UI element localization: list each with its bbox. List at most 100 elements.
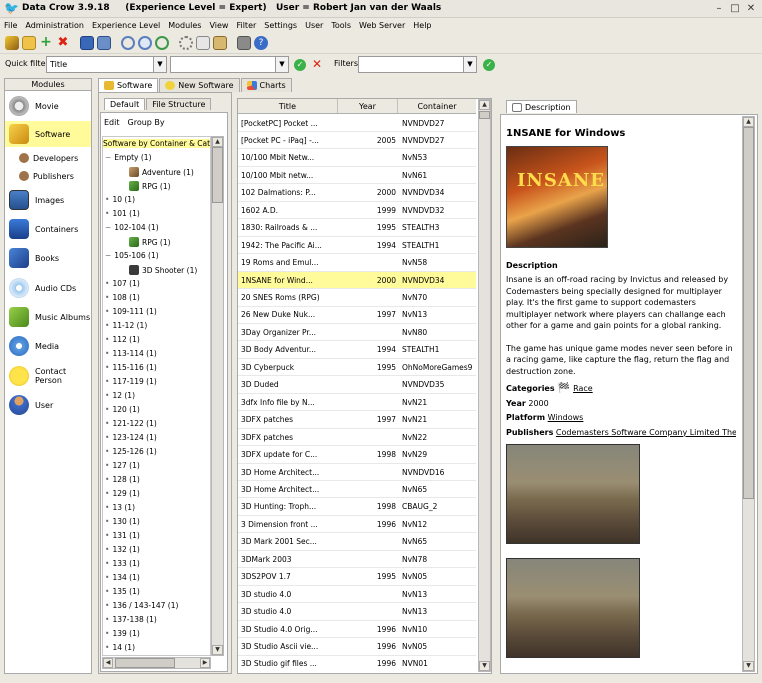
table-row[interactable]: 1830: Railroads & ... 1995 STEALTH3 [238, 220, 476, 237]
tree-group-node[interactable]: • 101 (1) [105, 209, 140, 218]
tree-leaf-node[interactable]: Adventure (1) [129, 167, 194, 177]
tree-group-node[interactable]: • 130 (1) [105, 517, 140, 526]
table-row[interactable]: 3D Cyberpuck 1995 OhNoMoreGames9 [238, 359, 476, 377]
expand-toggle-icon[interactable]: • [105, 461, 109, 470]
menu-modules[interactable]: Modules [164, 21, 205, 30]
expand-toggle-icon[interactable]: • [105, 517, 109, 526]
table-row[interactable]: 3D studio 4.0 NvN13 [238, 586, 476, 604]
module-books[interactable]: Books [5, 247, 91, 269]
expand-toggle-icon[interactable]: • [105, 377, 109, 386]
tree-group-node[interactable]: • 115-116 (1) [105, 363, 157, 372]
platform-link[interactable]: Windows [548, 413, 584, 422]
tree-group-node[interactable]: • 127 (1) [105, 461, 140, 470]
table-row[interactable]: 3D Body Adventur... 1994 STEALTH1 [238, 342, 476, 359]
column-title[interactable]: Title [238, 99, 338, 113]
table-row[interactable]: 3D Studio gif files ... 1996 NVN01 [238, 656, 476, 672]
scroll-left-icon[interactable]: ◀ [103, 658, 113, 668]
menu-user[interactable]: User [301, 21, 327, 30]
module-images[interactable]: Images [5, 189, 91, 211]
module-developers[interactable]: Developers [19, 153, 78, 163]
maximize-icon[interactable]: □ [728, 2, 742, 15]
tab-description[interactable]: Description [506, 100, 577, 113]
tree-group-node[interactable]: • 11-12 (1) [105, 321, 147, 330]
tree-group-node[interactable]: • 128 (1) [105, 475, 140, 484]
table-row[interactable]: 26 New Duke Nuk... 1997 NvN13 [238, 307, 476, 324]
tree-group-node[interactable]: • 109-111 (1) [105, 307, 157, 316]
tree-group-node[interactable]: • 133 (1) [105, 559, 140, 568]
expand-toggle-icon[interactable]: • [105, 545, 109, 554]
tree-group-node[interactable]: • 125-126 (1) [105, 447, 157, 456]
tab-new-software[interactable]: New Software [159, 78, 240, 92]
expand-toggle-icon[interactable]: • [105, 391, 109, 400]
expand-toggle-icon[interactable]: • [105, 405, 109, 414]
close-icon[interactable]: ✕ [744, 2, 758, 15]
delete-icon[interactable]: ✖ [56, 36, 70, 50]
help-icon[interactable]: ? [254, 35, 268, 50]
table-row[interactable]: 3Day Organizer Pr... NvN80 [238, 324, 476, 342]
scroll-right-icon[interactable]: ▶ [200, 658, 210, 668]
tree-menu-group-by[interactable]: Group By [128, 118, 165, 127]
table-row[interactable]: 3DFX update for C... 1998 NvN29 [238, 447, 476, 464]
menu-help[interactable]: Help [409, 21, 435, 30]
table-row[interactable]: 1NSANE for Wind... 2000 NVNDVD34 [238, 272, 476, 290]
list-vertical-scrollbar[interactable]: ▲ ▼ [478, 99, 491, 672]
expand-toggle-icon[interactable]: • [105, 293, 109, 302]
tab-file-structure[interactable]: File Structure [146, 98, 212, 110]
apply-filter-icon[interactable]: ✓ [294, 59, 306, 71]
scroll-thumb[interactable] [212, 147, 223, 203]
table-row[interactable]: 3D Duded NVNDVD35 [238, 377, 476, 394]
expand-toggle-icon[interactable]: • [105, 335, 109, 344]
report-icon[interactable] [196, 35, 210, 50]
tree-group-node[interactable]: • 12 (1) [105, 391, 135, 400]
tree-group-node[interactable]: • 112 (1) [105, 335, 140, 344]
expand-toggle-icon[interactable]: • [105, 321, 109, 330]
expand-toggle-icon[interactable]: • [105, 349, 109, 358]
chevron-down-icon[interactable]: ▼ [153, 56, 167, 73]
tree-group-node[interactable]: • 107 (1) [105, 279, 140, 288]
tree-group-node[interactable]: • 113-114 (1) [105, 349, 157, 358]
tree-group-node[interactable]: • 137-138 (1) [105, 615, 157, 624]
tree-group-node[interactable]: • 117-119 (1) [105, 377, 157, 386]
expand-toggle-icon[interactable]: • [105, 433, 109, 442]
import-icon[interactable] [213, 35, 227, 50]
table-row[interactable]: 102 Dalmations: P... 2000 NVNDVD34 [238, 185, 476, 202]
scroll-thumb[interactable] [479, 111, 490, 119]
tree-group-node[interactable]: • 132 (1) [105, 545, 140, 554]
search-web-icon[interactable] [155, 35, 169, 50]
chevron-down-icon[interactable]: ▼ [275, 56, 289, 73]
add-icon[interactable]: + [39, 35, 53, 50]
tab-software[interactable]: Software [98, 78, 159, 92]
tree-group-node[interactable]: • 10 (1) [105, 195, 135, 204]
table-row[interactable]: 19 Roms and Emul... NvN58 [238, 255, 476, 272]
table-row[interactable]: 3D Home Architect... NVNDVD16 [238, 464, 476, 481]
table-row[interactable]: 3D Studio 4.0 Orig... 1996 NvN10 [238, 621, 476, 639]
clear-filter-icon[interactable]: ✕ [312, 58, 322, 70]
expand-toggle-icon[interactable]: • [105, 209, 109, 218]
table-row[interactable]: 3D Home Architect... NvN65 [238, 481, 476, 499]
column-year[interactable]: Year [338, 99, 398, 113]
menu-filter[interactable]: Filter [232, 21, 260, 30]
expand-toggle-icon[interactable]: − [105, 223, 111, 232]
module-containers[interactable]: Containers [5, 218, 91, 240]
table-row[interactable]: 10/100 Mbit Netw... NvN53 [238, 150, 476, 167]
table-row[interactable]: 3DS2POV 1.7 1995 NvN05 [238, 569, 476, 586]
tree-group-node[interactable]: • 14 (1) [105, 643, 135, 652]
expand-toggle-icon[interactable]: • [105, 195, 109, 204]
module-movie[interactable]: Movie [5, 95, 91, 117]
expand-toggle-icon[interactable]: • [105, 629, 109, 638]
module-software[interactable]: Software [5, 121, 91, 147]
quick-filter-value-input[interactable] [170, 56, 276, 73]
description-vertical-scrollbar[interactable]: ▲ ▼ [742, 116, 755, 672]
tree-group-node[interactable]: • 131 (1) [105, 531, 140, 540]
tree-vertical-scrollbar[interactable]: ▲ ▼ [211, 136, 224, 656]
menu-web-server[interactable]: Web Server [355, 21, 409, 30]
scroll-down-icon[interactable]: ▼ [743, 661, 754, 671]
menu-experience-level[interactable]: Experience Level [88, 21, 164, 30]
tree-group-node[interactable]: • 123-124 (1) [105, 433, 157, 442]
module-music-albums[interactable]: Music Albums [5, 306, 91, 328]
table-row[interactable]: [Pocket PC - iPaq] -... 2005 NVNDVD27 [238, 132, 476, 150]
save-all-icon[interactable] [97, 35, 111, 50]
expand-toggle-icon[interactable]: • [105, 363, 109, 372]
table-row[interactable]: 1602 A.D. 1999 NVNDVD32 [238, 202, 476, 220]
column-container[interactable]: Container [398, 99, 476, 113]
